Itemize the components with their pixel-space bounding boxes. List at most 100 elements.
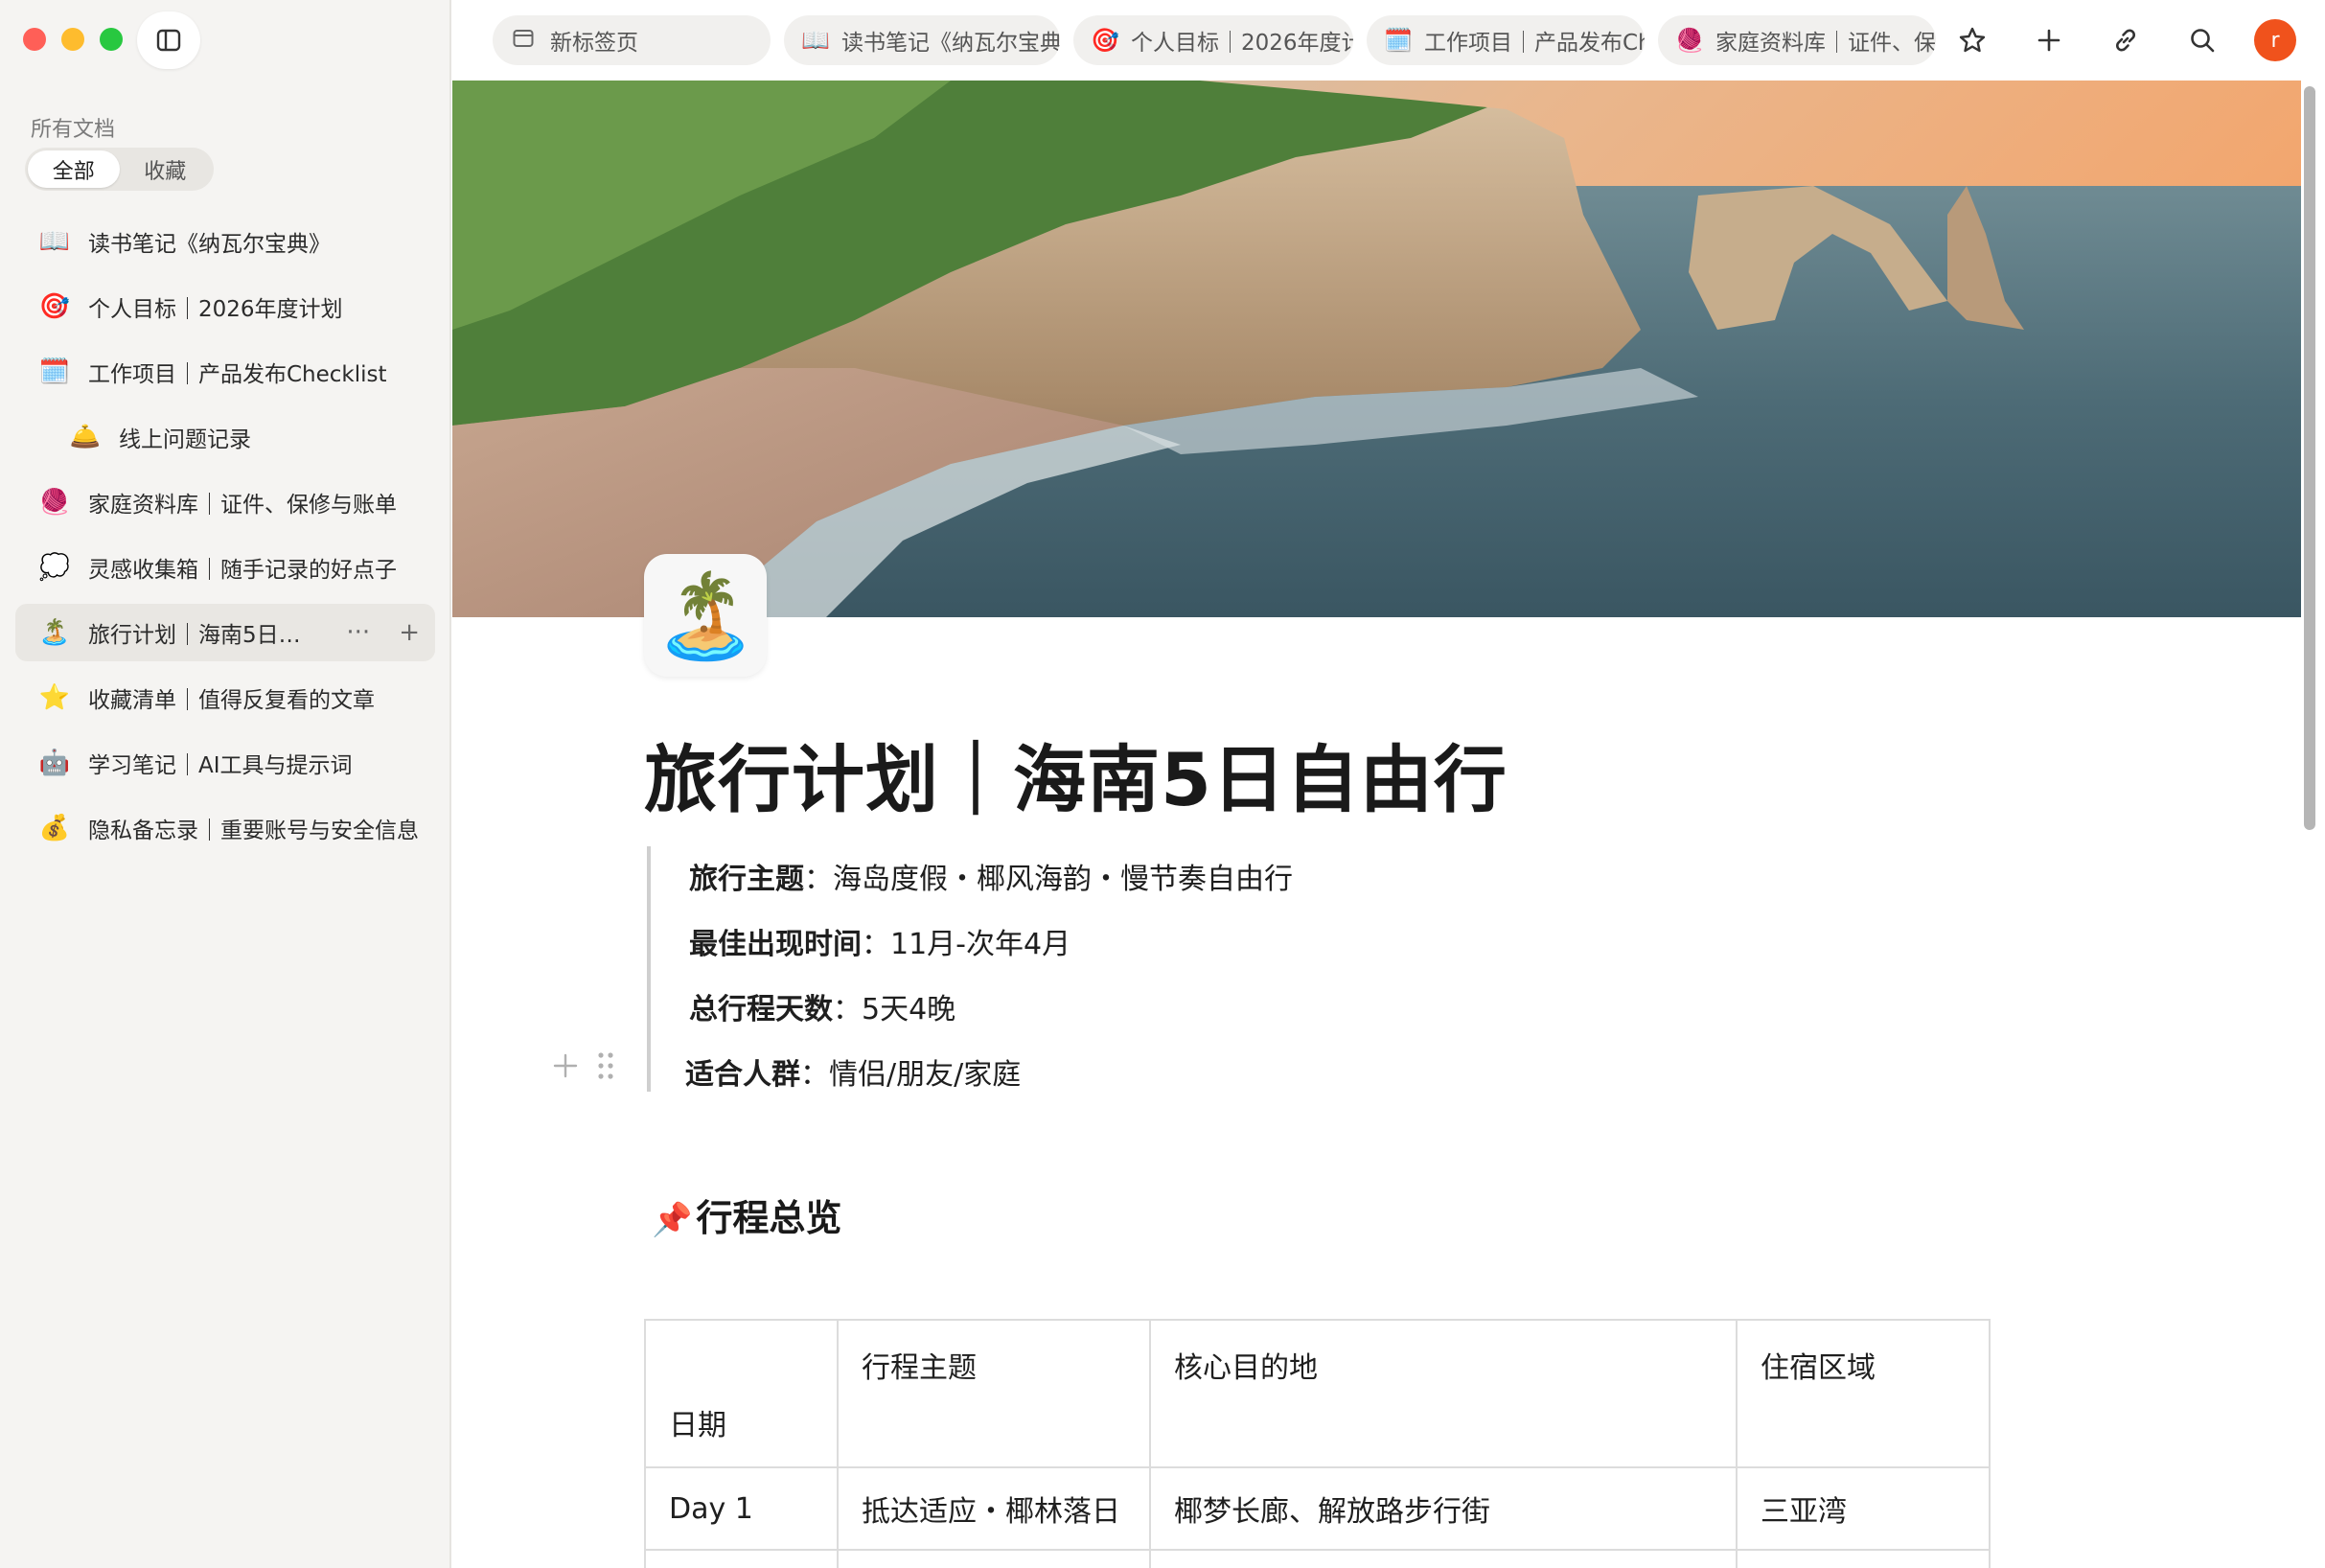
star-icon: ⭐: [38, 683, 71, 712]
sidebar-toggle-button[interactable]: [137, 12, 200, 69]
quote-key: 旅行主题: [689, 863, 804, 896]
cover-image: [452, 81, 2301, 617]
doc-item-study-notes[interactable]: 🤖 学习笔记｜AI工具与提示词: [15, 734, 435, 792]
page-title[interactable]: 旅行计划｜海南5日自由行: [644, 721, 1508, 826]
book-icon: 📖: [38, 227, 71, 256]
doc-item-personal-goals[interactable]: 🎯 个人目标｜2026年度计划: [15, 278, 435, 335]
link-icon: [2116, 29, 2135, 52]
quote-line-theme[interactable]: 旅行主题：海岛度假・椰风海韵・慢节奏自由行: [689, 855, 1293, 897]
table-cell[interactable]: 抵达适应・椰林落日: [837, 1466, 1151, 1551]
island-icon: 🏝️: [38, 618, 71, 647]
block-handle: [552, 1050, 615, 1081]
filter-segmented-control: 全部 收藏: [25, 148, 214, 191]
page-icon[interactable]: 🏝️: [644, 554, 767, 677]
table-cell[interactable]: 椰梦长廊、解放路步行街: [1149, 1466, 1738, 1551]
doc-item-label: 工作项目｜产品发布Checklist: [88, 362, 387, 387]
doc-item-reading-notes[interactable]: 📖 读书笔记《纳瓦尔宝典》: [15, 213, 435, 270]
tab-label: 家庭资料库｜证件、保修与账单: [1715, 31, 1936, 56]
section-heading[interactable]: 📌 行程总览: [652, 1188, 841, 1241]
section-heading-text: 行程总览: [696, 1197, 842, 1239]
doc-item-label: 读书笔记《纳瓦尔宝典》: [88, 232, 331, 257]
robot-icon: 🤖: [38, 749, 71, 777]
tab-bar: 新标签页 📖 读书笔记《纳瓦尔宝典》 🎯 个人目标｜2026年度计划 🗓️ 工作…: [452, 0, 2325, 81]
doc-item-work-project[interactable]: 🗓️ 工作项目｜产品发布Checklist: [15, 343, 435, 401]
tab-label: 工作项目｜产品发布Checklist: [1424, 31, 1645, 56]
doc-item-private-memo[interactable]: 💰 隐私备忘录｜重要账号与安全信息: [15, 799, 435, 857]
tab-reading-notes[interactable]: 📖 读书笔记《纳瓦尔宝典》: [784, 15, 1060, 65]
itinerary-table: 日期 行程主题 核心目的地 住宿区域 Day 1 抵达适应・椰林落日 椰梦长廊、…: [644, 1319, 1991, 1568]
tab-new-tab[interactable]: 新标签页: [493, 15, 771, 65]
plus-icon: [2037, 29, 2060, 52]
doc-item-label: 旅行计划｜海南5日自由行: [88, 623, 311, 648]
table-cell[interactable]: Day 1: [644, 1466, 839, 1551]
sidebar-toggle-icon: [156, 29, 181, 52]
vertical-scrollbar[interactable]: [2304, 86, 2315, 830]
favorite-button[interactable]: [1945, 13, 1999, 67]
tab-family-archive[interactable]: 🧶 家庭资料库｜证件、保修与账单: [1658, 15, 1936, 65]
table-header-cell[interactable]: 住宿区域: [1736, 1319, 1991, 1468]
doc-item-label: 家庭资料库｜证件、保修与账单: [88, 493, 397, 518]
calendar-icon: 🗓️: [38, 357, 71, 386]
quote-line-duration[interactable]: 总行程天数：5天4晚: [689, 985, 955, 1027]
tab-label: 读书笔记《纳瓦尔宝典》: [841, 31, 1060, 56]
tab-personal-goals[interactable]: 🎯 个人目标｜2026年度计划: [1073, 15, 1353, 65]
add-subpage-icon[interactable]: +: [399, 618, 420, 647]
doc-item-travel-plan[interactable]: 🏝️ 旅行计划｜海南5日自由行 ··· +: [15, 604, 435, 661]
new-tab-button[interactable]: [2022, 13, 2076, 67]
target-icon: 🎯: [1091, 27, 1119, 54]
quote-line-audience[interactable]: 适合人群：情侣/朋友/家庭: [685, 1050, 1021, 1093]
pushpin-icon: 📌: [652, 1201, 693, 1239]
search-button[interactable]: [2175, 13, 2229, 67]
doc-item-label: 线上问题记录: [119, 427, 251, 452]
minimize-window-button[interactable]: [61, 28, 84, 51]
table-header-cell[interactable]: 核心目的地: [1149, 1319, 1738, 1468]
doc-item-label: 隐私备忘录｜重要账号与安全信息: [88, 819, 419, 843]
thought-bubble-icon: 💭: [38, 553, 71, 582]
tab-label: 新标签页: [550, 31, 638, 56]
plus-icon[interactable]: [552, 1052, 579, 1079]
filter-favorites-button[interactable]: 收藏: [120, 150, 212, 188]
table-header-cell[interactable]: 行程主题: [837, 1319, 1151, 1468]
quote-value: 11月-次年4月: [890, 928, 1071, 961]
sidebar-section-title: 所有文档: [31, 118, 116, 142]
drag-handle-icon[interactable]: [596, 1050, 615, 1081]
doc-item-label: 个人目标｜2026年度计划: [88, 297, 343, 322]
copy-link-button[interactable]: [2099, 13, 2152, 67]
star-icon: [1959, 27, 1986, 53]
doc-item-favorites-list[interactable]: ⭐ 收藏清单｜值得反复看的文章: [15, 669, 435, 726]
doc-item-family-archive[interactable]: 🧶 家庭资料库｜证件、保修与账单: [15, 473, 435, 531]
table-cell[interactable]: [1149, 1549, 1738, 1568]
quote-key: 适合人群: [685, 1058, 800, 1092]
money-bag-icon: 💰: [38, 814, 71, 842]
tab-work-project[interactable]: 🗓️ 工作项目｜产品发布Checklist: [1367, 15, 1645, 65]
table-header-row: 日期 行程主题 核心目的地 住宿区域: [644, 1319, 1991, 1468]
sidebar: 所有文档 全部 收藏 📖 读书笔记《纳瓦尔宝典》 🎯 个人目标｜2026年度计划…: [0, 0, 451, 1568]
yarn-icon: 🧶: [38, 488, 71, 517]
more-options-icon[interactable]: ···: [346, 618, 370, 647]
doc-item-inspiration[interactable]: 💭 灵感收集箱｜随手记录的好点子: [15, 539, 435, 596]
table-header-cell[interactable]: 日期: [644, 1319, 839, 1468]
browser-tab-icon: [510, 27, 537, 54]
quote-block: 旅行主题：海岛度假・椰风海韵・慢节奏自由行 最佳出现时间：11月-次年4月 总行…: [647, 846, 1893, 1092]
quote-value: 情侣/朋友/家庭: [829, 1058, 1022, 1092]
table-row: Day 1 抵达适应・椰林落日 椰梦长廊、解放路步行街 三亚湾: [644, 1466, 1991, 1551]
table-cell[interactable]: 三亚湾: [1736, 1466, 1991, 1551]
quote-key: 最佳出现时间: [689, 928, 862, 961]
search-icon: [2191, 29, 2215, 53]
bell-icon: 🛎️: [69, 423, 102, 451]
filter-all-button[interactable]: 全部: [28, 150, 120, 188]
table-cell[interactable]: [1736, 1549, 1991, 1568]
doc-item-label: 灵感收集箱｜随手记录的好点子: [88, 558, 397, 583]
user-avatar[interactable]: r: [2254, 19, 2296, 61]
maximize-window-button[interactable]: [100, 28, 123, 51]
table-cell[interactable]: [644, 1549, 839, 1568]
yarn-icon: 🧶: [1675, 27, 1704, 54]
close-window-button[interactable]: [23, 28, 46, 51]
doc-item-issue-log[interactable]: 🛎️ 线上问题记录: [15, 408, 435, 466]
document-list: 📖 读书笔记《纳瓦尔宝典》 🎯 个人目标｜2026年度计划 🗓️ 工作项目｜产品…: [15, 213, 435, 865]
quote-key: 总行程天数: [689, 993, 833, 1026]
table-cell[interactable]: [837, 1549, 1151, 1568]
doc-item-label: 学习笔记｜AI工具与提示词: [88, 753, 353, 778]
table-row: [644, 1549, 1991, 1568]
quote-line-best-time[interactable]: 最佳出现时间：11月-次年4月: [689, 920, 1070, 962]
